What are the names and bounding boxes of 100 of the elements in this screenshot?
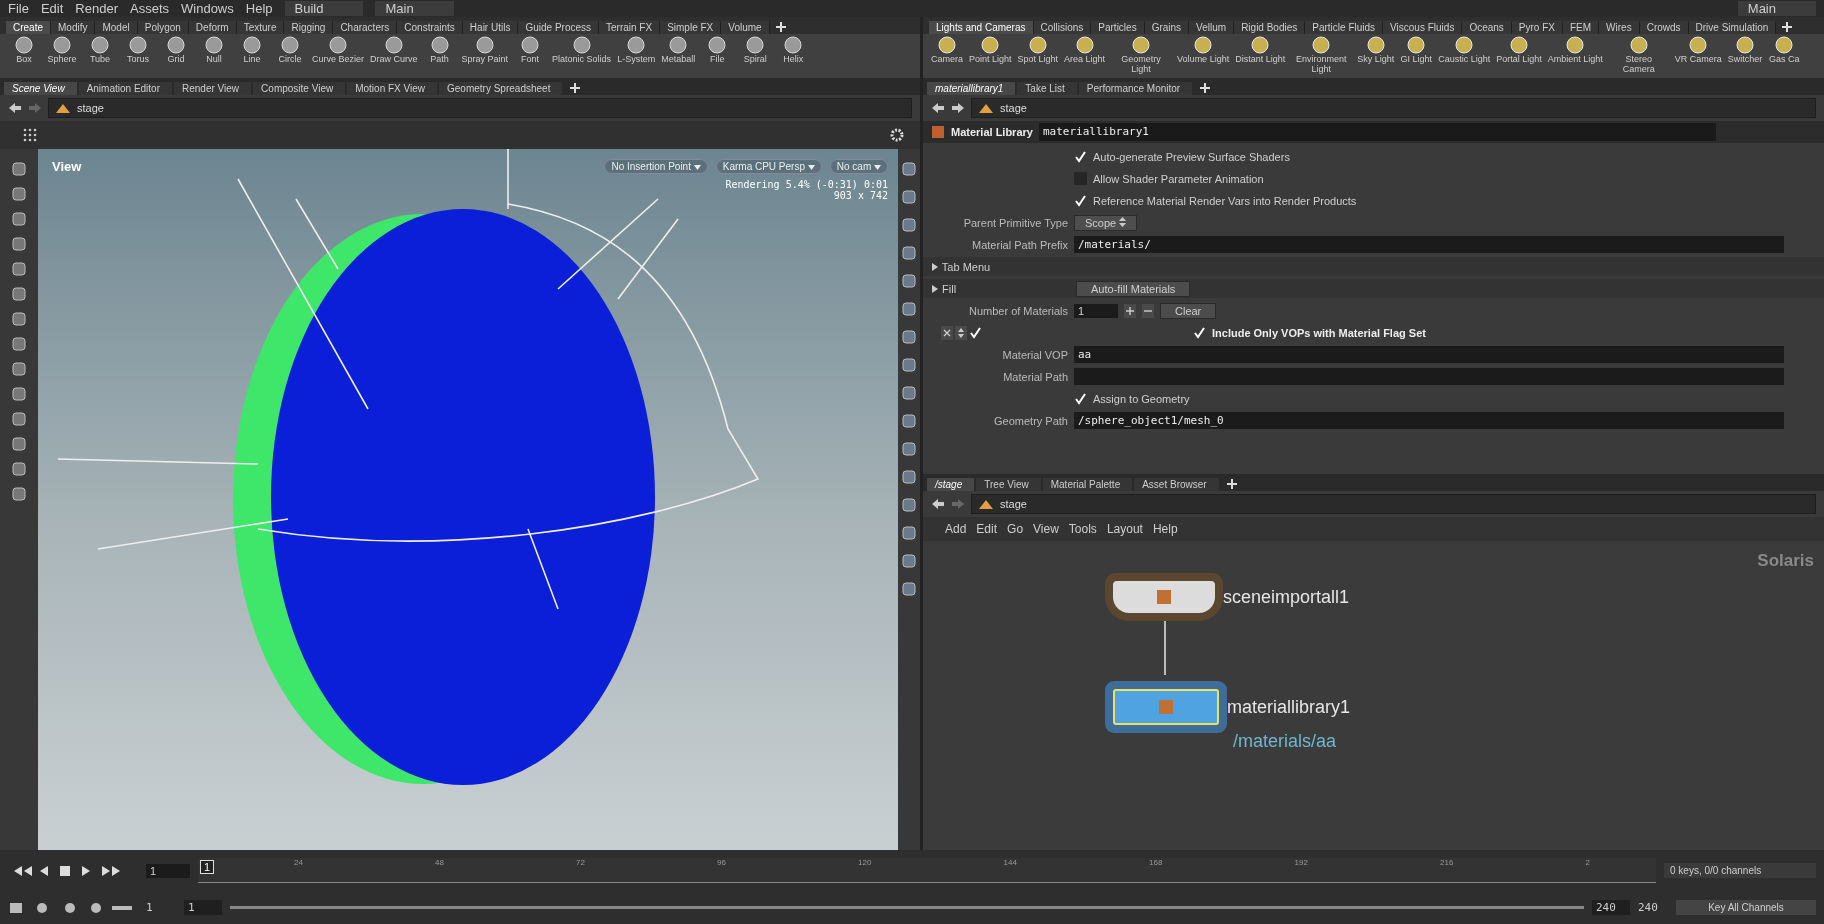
checkbox[interactable]	[1074, 392, 1087, 405]
viewport[interactable]: View No Insertion Point Karma CPU Persp No cam Rendering 5.4% (-0:31) 0:01 903 x 742	[38, 149, 898, 850]
context-menu[interactable]: Main	[1737, 1, 1816, 16]
tool-icon[interactable]	[572, 36, 591, 54]
tool-icon[interactable]	[11, 411, 27, 427]
menu-item[interactable]: Go	[1007, 522, 1024, 536]
tool-icon[interactable]	[205, 36, 223, 54]
shelf-tab[interactable]: Lights and Cameras	[929, 21, 1034, 34]
shelf-tab[interactable]: Collisions	[1033, 21, 1092, 34]
pane-tab[interactable]: Scene View	[4, 82, 77, 95]
path-field[interactable]: stage	[971, 494, 1816, 514]
pane-tab[interactable]: Motion FX View	[347, 82, 437, 95]
tool-icon[interactable]	[901, 161, 917, 177]
path-field[interactable]: stage	[48, 98, 912, 118]
tool-icon[interactable]	[11, 361, 27, 377]
tool-icon[interactable]	[11, 186, 27, 202]
tool-label[interactable]: VR Camera	[1674, 54, 1722, 64]
tool-icon[interactable]	[669, 36, 688, 54]
tool-label[interactable]: Draw Curve	[370, 54, 418, 64]
tool-icon[interactable]	[901, 245, 917, 261]
tool-icon[interactable]	[384, 36, 403, 54]
tool-label[interactable]: Torus	[127, 54, 149, 64]
shelf-tab[interactable]: Rigid Bodies	[1234, 21, 1306, 34]
tool-icon[interactable]	[243, 36, 261, 54]
tool-label[interactable]: Grid	[167, 54, 185, 64]
text-field[interactable]	[1074, 368, 1784, 385]
shelf-tab[interactable]: Simple FX	[660, 21, 722, 34]
tool-label[interactable]: Sphere	[47, 54, 77, 64]
tool-icon[interactable]	[167, 36, 185, 54]
tool-icon[interactable]	[521, 36, 540, 54]
tool-icon[interactable]	[11, 236, 27, 252]
shelf-tab[interactable]: Characters	[333, 21, 398, 34]
shelf-tab[interactable]: Particles	[1091, 21, 1145, 34]
menu-button[interactable]: Scope	[1074, 214, 1138, 231]
shelf-tab[interactable]: Polygon	[137, 21, 189, 34]
pane-tab[interactable]: Asset Browser	[1134, 478, 1219, 491]
tool-icon[interactable]	[91, 36, 109, 54]
pane-tab[interactable]: Render View	[174, 82, 252, 95]
back-icon[interactable]	[931, 498, 945, 510]
tool-icon[interactable]	[11, 336, 27, 352]
shelf-tab[interactable]: FEM	[1563, 21, 1600, 34]
tool-label[interactable]: Environment Light	[1291, 54, 1352, 74]
folder-toggle[interactable]: Fill	[931, 282, 1070, 295]
tool-icon[interactable]	[901, 497, 917, 513]
tool-label[interactable]: Sky Light	[1357, 54, 1395, 64]
forward-icon[interactable]	[951, 102, 965, 114]
tool-label[interactable]: Stereo Camera	[1608, 54, 1669, 74]
tool-icon[interactable]	[708, 36, 727, 54]
tool-icon[interactable]	[15, 36, 33, 54]
checkbox[interactable]	[1074, 194, 1087, 207]
tool-label[interactable]: Line	[243, 54, 261, 64]
shelf-tab[interactable]: Grains	[1144, 21, 1190, 34]
tool-icon[interactable]	[53, 36, 71, 54]
tool-label[interactable]: Distant Light	[1235, 54, 1286, 64]
tool-icon[interactable]	[746, 36, 765, 54]
tool-icon[interactable]	[901, 189, 917, 205]
viewport-dropdown[interactable]: No Insertion Point	[604, 159, 708, 174]
shelf-tab[interactable]: Modify	[51, 21, 96, 34]
tool-icon[interactable]	[901, 441, 917, 457]
end-frame[interactable]: 240	[1638, 901, 1668, 915]
pane-tab[interactable]: Animation Editor	[78, 82, 172, 95]
tool-label[interactable]: Gas Ca	[1769, 54, 1800, 64]
tool-icon[interactable]	[901, 273, 917, 289]
tool-icon[interactable]	[430, 36, 449, 54]
tool-icon[interactable]	[901, 525, 917, 541]
shelf-tab[interactable]: Constraints	[397, 21, 463, 34]
tool-icon[interactable]	[901, 581, 917, 597]
pane-tab[interactable]: Material Palette	[1042, 478, 1133, 491]
viewport-dropdown[interactable]: Karma CPU Persp	[715, 159, 822, 174]
shelf-tab[interactable]: Vellum	[1189, 21, 1235, 34]
tool-icon[interactable]	[901, 217, 917, 233]
number-field[interactable]: 1	[1074, 303, 1118, 318]
tool-icon[interactable]	[627, 36, 646, 54]
folder-toggle[interactable]: Tab Menu	[931, 260, 1070, 273]
pane-tab[interactable]: Performance Monitor	[1078, 82, 1193, 95]
tool-label[interactable]: Spiral	[743, 54, 767, 64]
grid-icon[interactable]	[22, 127, 38, 143]
tool-icon[interactable]	[901, 301, 917, 317]
tool-icon[interactable]	[11, 486, 27, 502]
tool-icon[interactable]	[901, 329, 917, 345]
shelf-tab[interactable]: Guide Process	[518, 21, 599, 34]
menu-item[interactable]: Help	[1152, 522, 1178, 536]
close-icon[interactable]	[941, 325, 953, 340]
tool-icon[interactable]	[11, 386, 27, 402]
tool-label[interactable]: Circle	[278, 54, 302, 64]
tool-label[interactable]: Caustic Light	[1438, 54, 1491, 64]
shelf-tab[interactable]: Pyro FX	[1511, 21, 1563, 34]
shelf-tab[interactable]: Drive Simulation	[1688, 21, 1777, 34]
menu-item[interactable]: Assets	[130, 1, 169, 16]
shelf-tab[interactable]: Hair Utils	[462, 21, 519, 34]
checkbox[interactable]	[1193, 326, 1206, 339]
range-slider[interactable]	[230, 906, 1584, 910]
menu-item[interactable]: View	[1033, 522, 1059, 536]
tool-icon[interactable]	[11, 261, 27, 277]
shelf-tab[interactable]: Rigging	[284, 21, 334, 34]
frame-marker[interactable]: 1	[200, 860, 215, 875]
tool-icon[interactable]	[11, 286, 27, 302]
tool-icon[interactable]	[11, 461, 27, 477]
tool-icon[interactable]	[129, 36, 147, 54]
tool-label[interactable]: L-System	[617, 54, 656, 64]
